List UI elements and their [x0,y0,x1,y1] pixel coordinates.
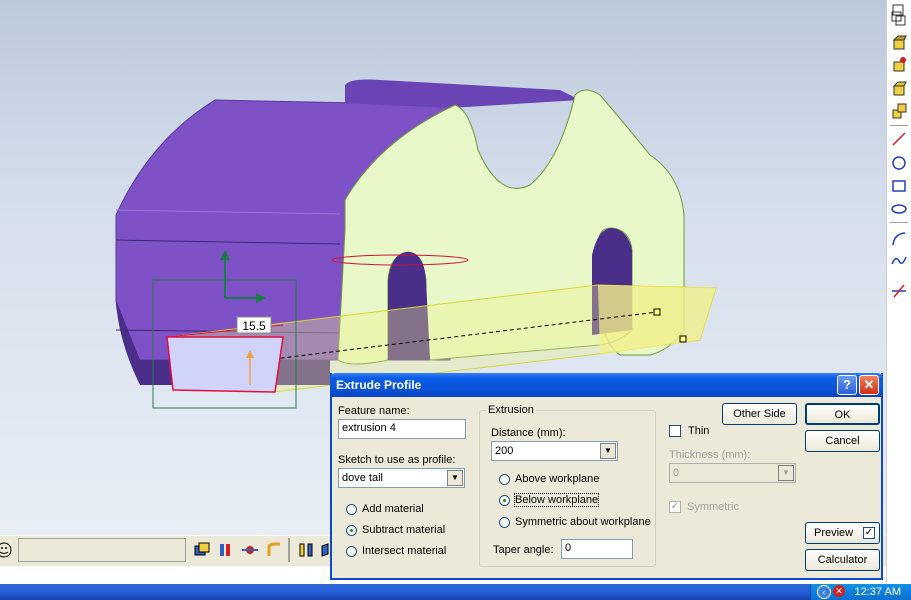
rectangle-icon[interactable] [890,177,908,195]
clock: 12:37 AM [854,586,901,598]
dialog-title: Extrude Profile [336,378,422,392]
toolbar-separator [890,222,908,223]
dimension-label: 15.5 [242,319,266,333]
subtract-material-radio[interactable] [346,525,357,536]
status-field [18,538,186,562]
dovetail-profile [166,336,284,393]
arc-icon[interactable] [890,230,908,248]
circle-icon[interactable] [890,154,908,172]
close-button[interactable]: ✕ [859,375,879,395]
preview-label: Preview [814,527,854,539]
extrude-icon[interactable] [890,34,908,52]
sketch-label: Sketch to use as profile: [338,454,456,466]
extrusion-group-label: Extrusion [486,404,536,416]
view-icon[interactable] [192,540,212,560]
symmetric-workplane-radio[interactable] [499,517,510,528]
taper-angle-field[interactable]: 0 [561,539,633,559]
above-workplane-label: Above workplane [515,473,600,485]
pipe-icon[interactable] [264,540,284,560]
right-toolbar [886,0,911,600]
system-tray: ‹ ✕ 12:37 AM [810,584,911,600]
below-workplane-label: Below workplane [513,493,600,507]
chevron-down-icon[interactable]: ▼ [447,470,463,486]
sketch-select[interactable]: dove tail ▼ [338,468,465,488]
chevron-down-icon[interactable]: ▼ [600,443,616,459]
feature-name-field[interactable]: extrusion 4 [338,419,466,439]
loft-icon[interactable] [890,102,908,120]
chevron-down-icon[interactable]: ▼ [778,465,794,481]
security-alert-icon[interactable]: ✕ [833,585,845,597]
below-workplane-radio[interactable] [499,495,510,506]
workplane-icon[interactable] [890,10,908,28]
toolbar-separator [890,125,908,126]
thickness-select[interactable]: 0 ▼ [669,463,796,483]
symmetric-workplane-label: Symmetric about workplane [515,516,651,528]
revolve-icon[interactable] [890,56,908,74]
symmetric-label: Symmetric [687,501,739,513]
intersect-material-label: Intersect material [362,545,447,557]
bracket-icon[interactable] [296,540,316,560]
preview-checkbox[interactable]: ✓ [863,527,875,539]
ok-button[interactable]: OK [805,403,880,425]
taper-angle-label: Taper angle: [493,544,554,556]
flow-icon[interactable] [240,540,260,560]
ellipse-icon[interactable] [890,200,908,218]
line-icon[interactable] [890,130,908,148]
symmetric-checkbox[interactable]: ✓ [669,501,681,513]
sketch-select-value: dove tail [342,472,383,484]
sweep-icon[interactable] [890,80,908,98]
feature-name-label: Feature name: [338,405,410,417]
smiley-icon[interactable] [0,540,14,560]
cancel-button[interactable]: Cancel [805,430,880,452]
distance-select[interactable]: 200 ▼ [491,441,618,461]
dialog-titlebar[interactable]: Extrude Profile ? ✕ [330,373,883,397]
part-icon[interactable] [216,540,236,560]
taskbar: ‹ ✕ 12:37 AM [0,584,911,600]
thickness-label: Thickness (mm): [669,449,751,461]
distance-value: 200 [495,445,514,457]
subtract-material-label: Subtract material [362,524,446,536]
above-workplane-radio[interactable] [499,474,510,485]
trim-icon[interactable] [890,282,908,300]
thickness-value: 0 [673,467,680,479]
other-side-button[interactable]: Other Side [722,403,797,425]
thin-label: Thin [688,425,710,437]
toolbar-separator [288,538,290,562]
back-arrow-icon[interactable]: ‹ [817,585,831,599]
distance-label: Distance (mm): [491,427,566,439]
extrude-profile-dialog: Extrude Profile ? ✕ Feature name: extrus… [330,373,883,580]
spline-icon[interactable] [890,252,908,270]
purple-body-top [345,79,580,108]
intersect-material-radio[interactable] [346,546,357,557]
thin-checkbox[interactable] [669,425,681,437]
calculator-button[interactable]: Calculator [805,549,880,571]
add-material-label: Add material [362,503,424,515]
help-button[interactable]: ? [837,375,857,395]
add-material-radio[interactable] [346,504,357,515]
